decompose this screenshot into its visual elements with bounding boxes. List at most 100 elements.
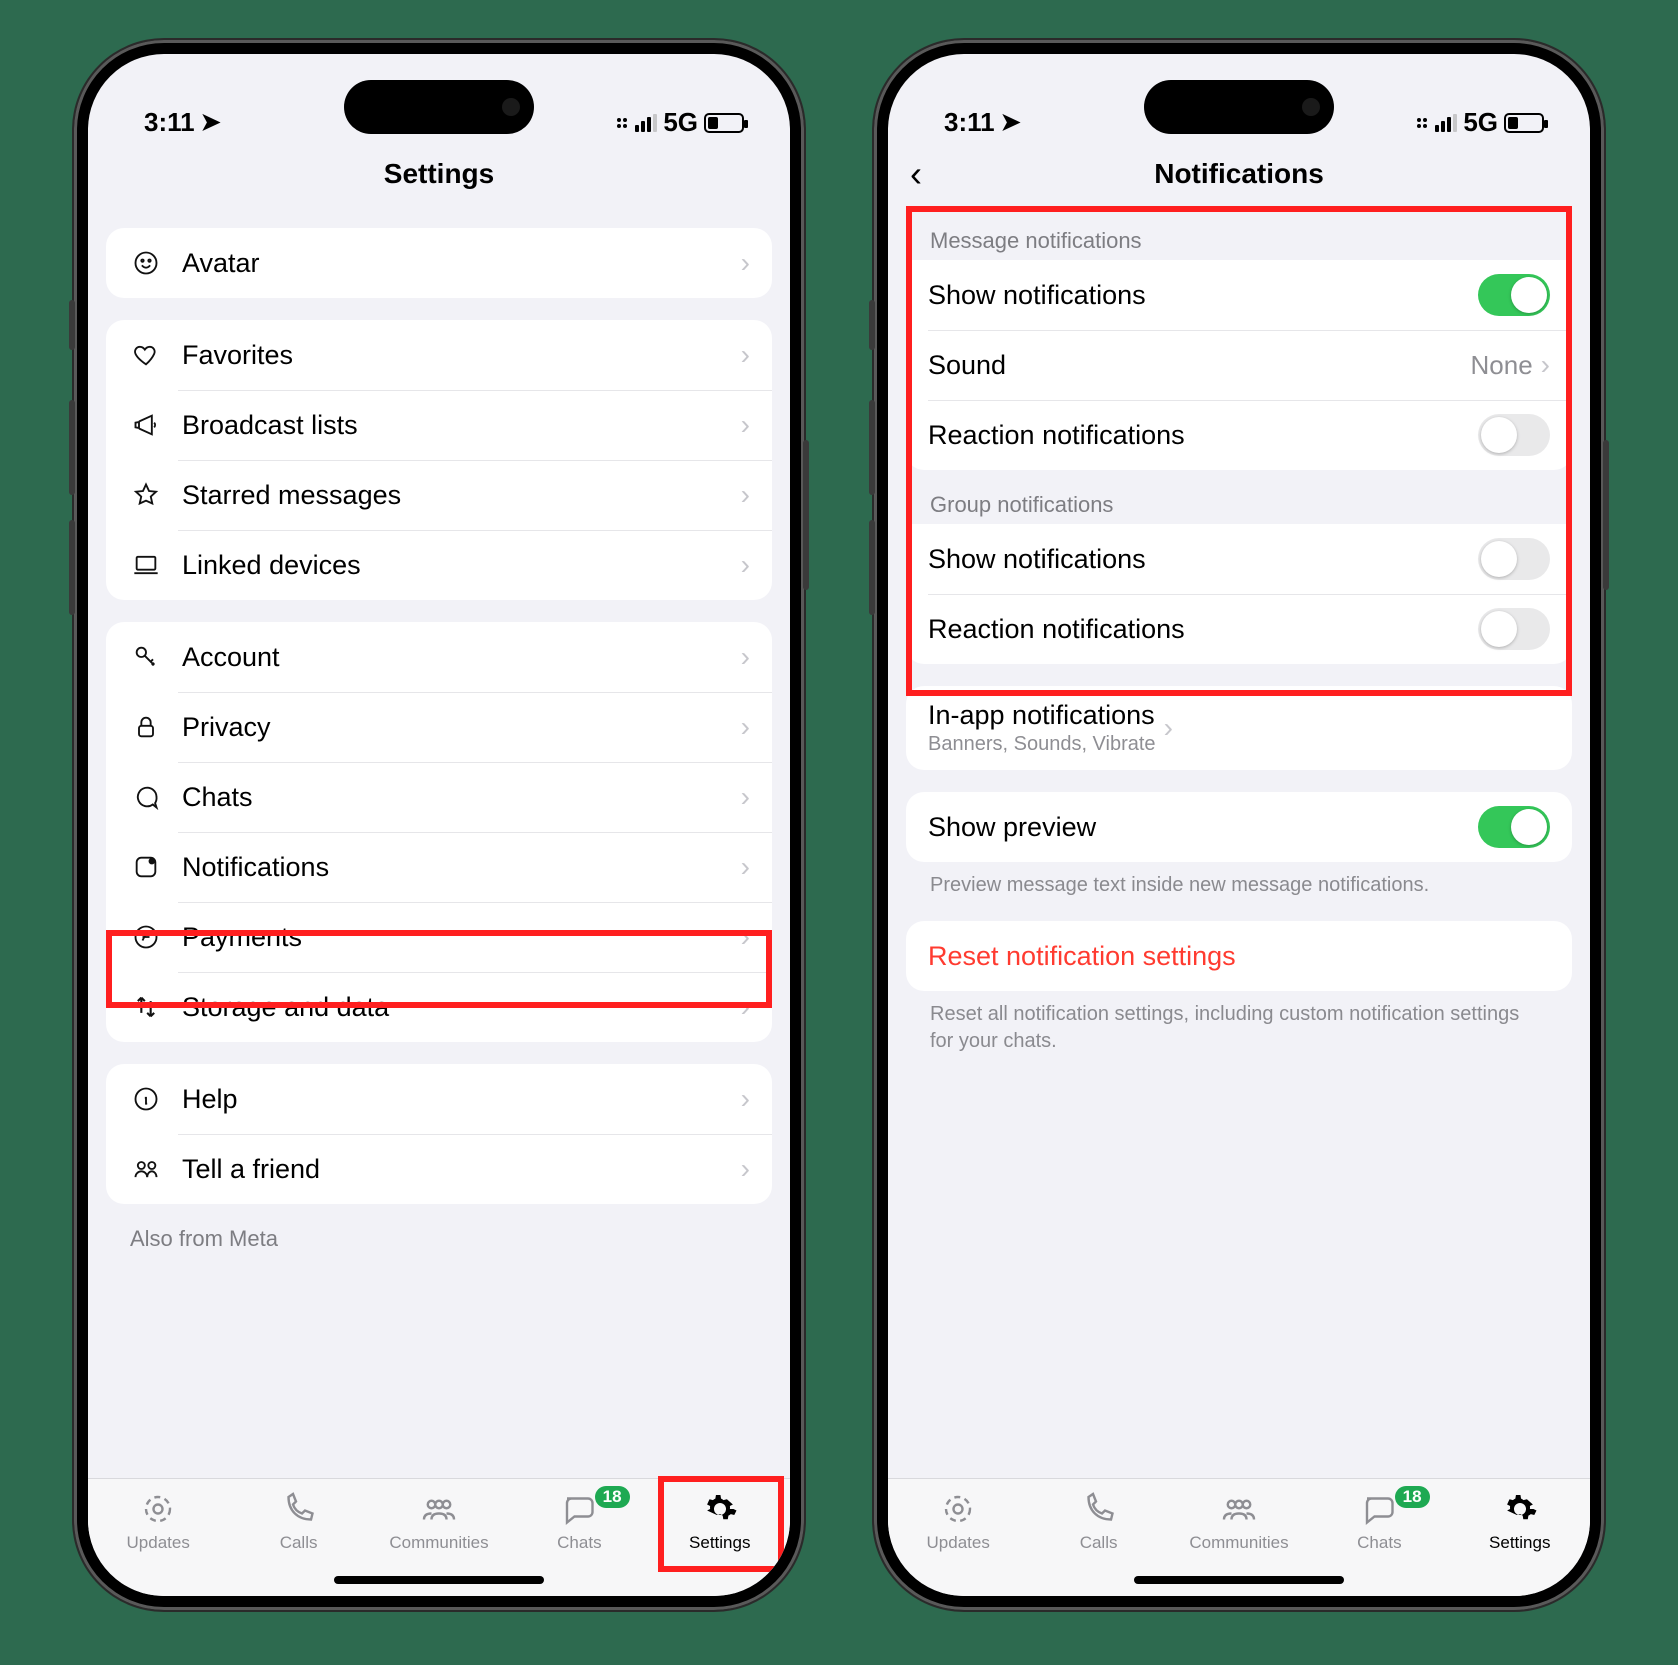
tab-calls[interactable]: Calls — [228, 1489, 368, 1553]
page-title: Settings — [384, 158, 494, 190]
tab-label: Calls — [1080, 1533, 1118, 1553]
tab-communities[interactable]: Communities — [369, 1489, 509, 1553]
chevron-right-icon: › — [741, 339, 750, 371]
row-help[interactable]: Help › — [106, 1064, 772, 1134]
notifications-content[interactable]: Message notifications Show notifications… — [888, 206, 1590, 1478]
tab-label: Updates — [927, 1533, 990, 1553]
row-sub: Banners, Sounds, Vibrate — [928, 733, 1156, 756]
row-chats[interactable]: Chats › — [106, 762, 772, 832]
tab-settings[interactable]: Settings — [1450, 1489, 1590, 1553]
row-favorites[interactable]: Favorites › — [106, 320, 772, 390]
location-icon: ➤ — [1001, 108, 1021, 137]
chat-icon — [128, 783, 164, 811]
home-indicator[interactable] — [334, 1576, 544, 1584]
star-icon — [128, 481, 164, 509]
tab-chats[interactable]: 18 Chats — [1309, 1489, 1449, 1553]
chevron-right-icon: › — [1164, 712, 1173, 744]
row-label: Starred messages — [182, 480, 733, 511]
home-indicator[interactable] — [1134, 1576, 1344, 1584]
row-reset[interactable]: Reset notification settings — [906, 921, 1572, 991]
tab-label: Communities — [389, 1533, 488, 1553]
people-icon — [128, 1155, 164, 1183]
section-also-meta: Also from Meta — [106, 1204, 772, 1258]
row-payments[interactable]: Payments › — [106, 902, 772, 972]
row-label: In-app notifications — [928, 700, 1156, 731]
row-storage[interactable]: Storage and data › — [106, 972, 772, 1042]
chevron-right-icon: › — [741, 641, 750, 673]
chats-icon — [561, 1489, 597, 1529]
note-reset: Reset all notification settings, includi… — [906, 991, 1572, 1055]
row-label: Reset notification settings — [928, 941, 1550, 972]
row-grp-reaction: Reaction notifications — [906, 594, 1572, 664]
note-preview: Preview message text inside new message … — [906, 862, 1572, 899]
gear-icon — [1502, 1489, 1538, 1529]
communities-icon — [1221, 1489, 1257, 1529]
row-inapp[interactable]: In-app notifications Banners, Sounds, Vi… — [906, 686, 1572, 770]
status-time: 3:11 — [144, 107, 195, 138]
battery-icon — [1504, 113, 1544, 133]
heart-icon — [128, 341, 164, 369]
tab-label: Communities — [1189, 1533, 1288, 1553]
page-title: Notifications — [1154, 158, 1324, 190]
row-account[interactable]: Account › — [106, 622, 772, 692]
row-label: Payments — [182, 922, 733, 953]
toggle-grp-show[interactable] — [1478, 538, 1550, 580]
chevron-right-icon: › — [741, 781, 750, 813]
row-grp-show: Show notifications — [906, 524, 1572, 594]
lock-icon — [128, 713, 164, 741]
settings-content[interactable]: Avatar › Favorites › Broadcast lists › — [88, 206, 790, 1478]
avatar-icon — [128, 249, 164, 277]
status-time: 3:11 — [944, 107, 995, 138]
notification-icon — [128, 853, 164, 881]
row-label: Broadcast lists — [182, 410, 733, 441]
phone-icon — [1081, 1489, 1117, 1529]
row-label: Storage and data — [182, 992, 733, 1023]
updates-icon — [140, 1489, 176, 1529]
tab-label: Chats — [1357, 1533, 1401, 1553]
location-icon: ➤ — [201, 108, 221, 137]
screen-left: 3:11 ➤ 5G Settings Avatar › — [88, 54, 790, 1596]
tab-updates[interactable]: Updates — [888, 1489, 1028, 1553]
row-starred[interactable]: Starred messages › — [106, 460, 772, 530]
tab-chats[interactable]: 18 Chats — [509, 1489, 649, 1553]
network-label: 5G — [663, 107, 698, 138]
section-group: Group notifications — [906, 470, 1572, 524]
row-label: Help — [182, 1084, 733, 1115]
phone-right: 3:11 ➤ 5G ‹ Notifications Message notifi… — [874, 40, 1604, 1610]
row-msg-reaction: Reaction notifications — [906, 400, 1572, 470]
row-broadcast[interactable]: Broadcast lists › — [106, 390, 772, 460]
toggle-grp-reaction[interactable] — [1478, 608, 1550, 650]
signal-bars-icon — [635, 114, 657, 132]
row-label: Privacy — [182, 712, 733, 743]
tab-label: Chats — [557, 1533, 601, 1553]
toggle-msg-reaction[interactable] — [1478, 414, 1550, 456]
row-tell[interactable]: Tell a friend › — [106, 1134, 772, 1204]
chevron-right-icon: › — [741, 409, 750, 441]
chevron-right-icon: › — [741, 479, 750, 511]
row-notifications[interactable]: Notifications › — [106, 832, 772, 902]
chevron-right-icon: › — [741, 1083, 750, 1115]
tab-label: Updates — [127, 1533, 190, 1553]
toggle-msg-show[interactable] — [1478, 274, 1550, 316]
toggle-preview[interactable] — [1478, 806, 1550, 848]
row-privacy[interactable]: Privacy › — [106, 692, 772, 762]
tab-calls[interactable]: Calls — [1028, 1489, 1168, 1553]
signal-secondary-icon — [1417, 118, 1427, 128]
row-avatar[interactable]: Avatar › — [106, 228, 772, 298]
tab-communities[interactable]: Communities — [1169, 1489, 1309, 1553]
tab-settings[interactable]: Settings — [650, 1489, 790, 1553]
row-msg-sound[interactable]: Sound None › — [906, 330, 1572, 400]
network-label: 5G — [1463, 107, 1498, 138]
tab-updates[interactable]: Updates — [88, 1489, 228, 1553]
row-label: Reaction notifications — [928, 420, 1478, 451]
row-label: Account — [182, 642, 733, 673]
payments-icon — [128, 923, 164, 951]
back-button[interactable]: ‹ — [910, 153, 922, 195]
phone-icon — [281, 1489, 317, 1529]
row-label: Linked devices — [182, 550, 733, 581]
tab-label: Settings — [1489, 1533, 1550, 1553]
row-linked[interactable]: Linked devices › — [106, 530, 772, 600]
row-msg-show: Show notifications — [906, 260, 1572, 330]
screen-right: 3:11 ➤ 5G ‹ Notifications Message notifi… — [888, 54, 1590, 1596]
chevron-right-icon: › — [741, 549, 750, 581]
